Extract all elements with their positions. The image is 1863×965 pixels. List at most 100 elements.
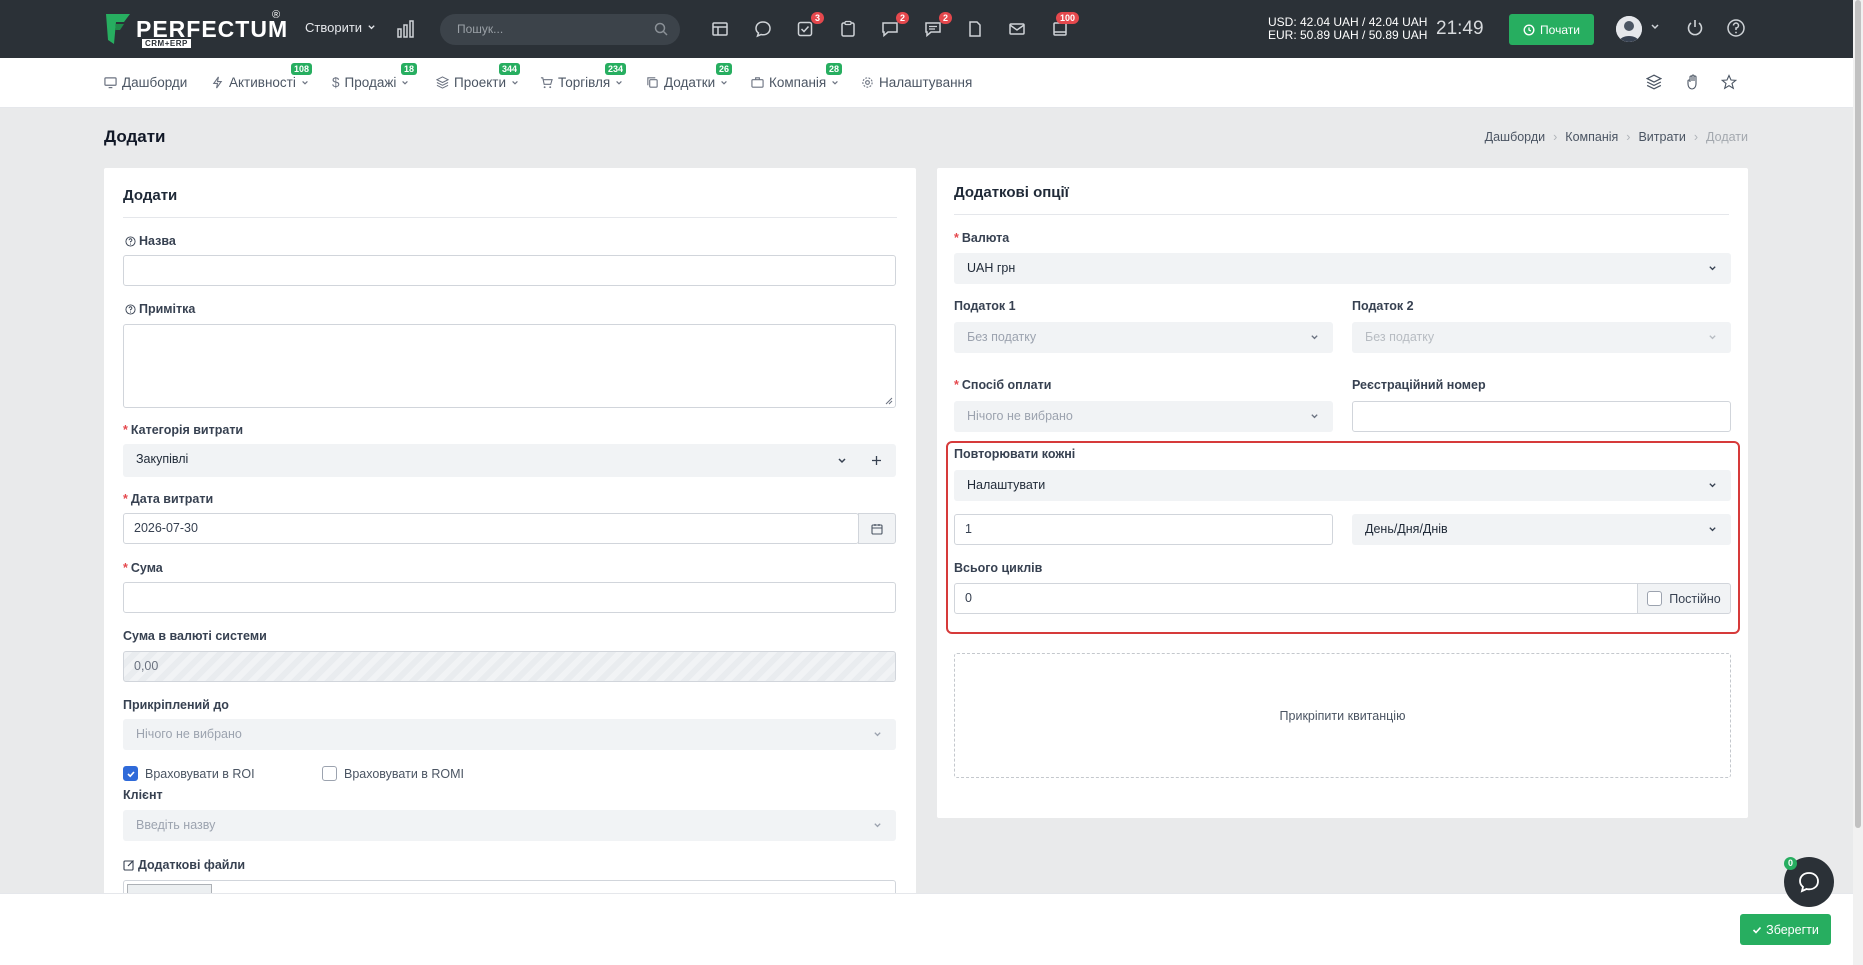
plus-icon[interactable]: [871, 455, 882, 466]
nav-item-sales[interactable]: $ Продажі 18: [332, 63, 418, 90]
roi-checkbox[interactable]: Враховувати в ROI: [123, 766, 255, 781]
romi-checkbox[interactable]: Враховувати в ROMI: [322, 766, 464, 781]
breadcrumb-separator: ›: [1553, 130, 1558, 144]
clipboard-icon[interactable]: [837, 18, 859, 40]
required-mark: *: [954, 231, 959, 245]
main-nav: Дашборди Активності 108 $ Продажі 18 Про…: [0, 58, 1853, 108]
receipt-dropzone[interactable]: Прикріпити квитанцію: [954, 653, 1731, 778]
date-input[interactable]: 2026-07-30: [123, 513, 859, 544]
reports-chart-icon[interactable]: [396, 19, 416, 39]
messages-icon[interactable]: 2: [922, 12, 952, 40]
avatar[interactable]: [1616, 16, 1642, 42]
breadcrumb-separator: ›: [1693, 130, 1699, 144]
notifications-badge: 100: [1055, 12, 1079, 24]
amount-input[interactable]: [123, 582, 896, 613]
client-select[interactable]: Введіть назву: [123, 810, 896, 841]
chevron-down-icon: [402, 80, 409, 85]
star-icon[interactable]: [1721, 74, 1737, 90]
notifications-icon[interactable]: 100: [1049, 12, 1079, 40]
search-input[interactable]: Пошук...: [440, 14, 680, 45]
help-icon[interactable]: [1726, 18, 1746, 38]
romi-checkbox-box[interactable]: [322, 766, 337, 781]
mail-icon[interactable]: [1006, 18, 1028, 40]
search-placeholder: Пошук...: [457, 22, 504, 36]
page-title: Додати: [104, 127, 166, 146]
tax2-label: Податок 2: [1352, 299, 1414, 313]
nav-badge-activities: 108: [291, 63, 313, 75]
save-button[interactable]: Зберегти: [1740, 914, 1831, 945]
attached-value: Нічого не вибрано: [136, 727, 242, 741]
nav-item-addons[interactable]: Додатки 26: [646, 63, 733, 90]
chat-alt-icon[interactable]: 2: [879, 12, 909, 40]
nav-item-dashboards[interactable]: Дашборди: [104, 75, 187, 90]
nav-label-projects: Проекти: [454, 75, 507, 90]
amount-label: * Сума: [123, 561, 163, 575]
breadcrumb-dashboards[interactable]: Дашборди: [1485, 130, 1546, 144]
payment-select[interactable]: Нічого не вибрано: [954, 401, 1333, 432]
logo[interactable]: PERFECTUM CRM+ERP: [104, 12, 289, 48]
currency-select[interactable]: UAH грн: [954, 253, 1731, 284]
note-textarea[interactable]: [123, 324, 896, 408]
breadcrumb-current: Додати: [1706, 130, 1748, 144]
chevron-down-icon: [721, 80, 728, 85]
currency-rates: USD: 42.04 UAH / 42.04 UAH EUR: 50.89 UA…: [1268, 16, 1427, 42]
layers-icon[interactable]: [1646, 74, 1662, 90]
breadcrumb: Дашборди › Компанія › Витрати › Додати: [1485, 130, 1748, 144]
monitor-icon: [104, 77, 117, 89]
client-label: Клієнт: [123, 788, 163, 802]
nav-item-trade[interactable]: Торгівля 234: [540, 63, 627, 90]
reg-number-label-text: Реєстраційний номер: [1352, 378, 1486, 392]
document-icon[interactable]: [964, 18, 986, 40]
nav-item-activities[interactable]: Активності 108: [211, 63, 313, 90]
check-icon: [1753, 926, 1762, 934]
tax2-label-text: Податок 2: [1352, 299, 1414, 313]
chat-bubble-icon[interactable]: [752, 18, 774, 40]
reg-number-input[interactable]: [1352, 401, 1731, 432]
attached-select[interactable]: Нічого не вибрано: [123, 719, 896, 750]
start-timer-button[interactable]: Почати: [1509, 14, 1594, 45]
breadcrumb-expenses[interactable]: Витрати: [1638, 130, 1685, 144]
tax1-select[interactable]: Без податку: [954, 322, 1333, 353]
files-label: Додаткові файли: [123, 858, 245, 872]
nav-label-trade: Торгівля: [558, 75, 611, 90]
calendar-board-icon[interactable]: [709, 18, 731, 40]
date-picker-button[interactable]: [858, 513, 896, 544]
attached-label: Прикріплений до: [123, 698, 229, 712]
nav-label-addons: Додатки: [664, 75, 716, 90]
nav-item-settings[interactable]: Налаштування: [861, 75, 972, 90]
bottom-action-bar: [0, 893, 1853, 965]
nav-item-projects[interactable]: Проекти 344: [436, 63, 521, 90]
clock: 21:49: [1436, 18, 1484, 39]
start-label: Почати: [1540, 22, 1580, 37]
name-label-text: Назва: [139, 234, 176, 248]
roi-checkbox-box[interactable]: [123, 766, 138, 781]
power-icon[interactable]: [1685, 18, 1705, 38]
resize-handle-icon[interactable]: [885, 397, 893, 405]
name-input[interactable]: [123, 255, 896, 286]
nav-badge-sales: 18: [401, 63, 418, 75]
nav-label-company: Компанія: [769, 75, 827, 90]
tasks-icon[interactable]: 3: [794, 12, 824, 40]
logo-text: PERFECTUM: [136, 16, 289, 42]
gear-icon: [862, 77, 873, 88]
briefcase-icon: [751, 77, 764, 88]
copy-icon: [647, 77, 658, 88]
page-scrollbar-thumb[interactable]: [1855, 0, 1861, 828]
chevron-down-icon: [838, 458, 846, 464]
chevron-down-icon: [874, 823, 881, 828]
chevron-down-icon[interactable]: [1650, 22, 1660, 32]
category-select[interactable]: Закупівлі: [123, 444, 896, 477]
currency-value: UAH грн: [967, 261, 1016, 275]
registered-mark: ®: [272, 9, 281, 21]
create-dropdown[interactable]: Створити: [305, 20, 376, 35]
rate-eur: EUR: 50.89 UAH / 50.89 UAH: [1268, 28, 1428, 42]
bolt-icon: [212, 76, 223, 89]
nav-item-company[interactable]: Компанія 28: [751, 63, 843, 90]
hand-icon[interactable]: [1685, 74, 1701, 90]
search-icon: [654, 22, 668, 36]
breadcrumb-company[interactable]: Компанія: [1565, 130, 1618, 144]
chevron-down-icon: [368, 25, 375, 30]
files-label-text: Додаткові файли: [138, 858, 246, 872]
tax2-select[interactable]: Без податку: [1352, 322, 1731, 353]
edit-icon: [123, 860, 134, 871]
